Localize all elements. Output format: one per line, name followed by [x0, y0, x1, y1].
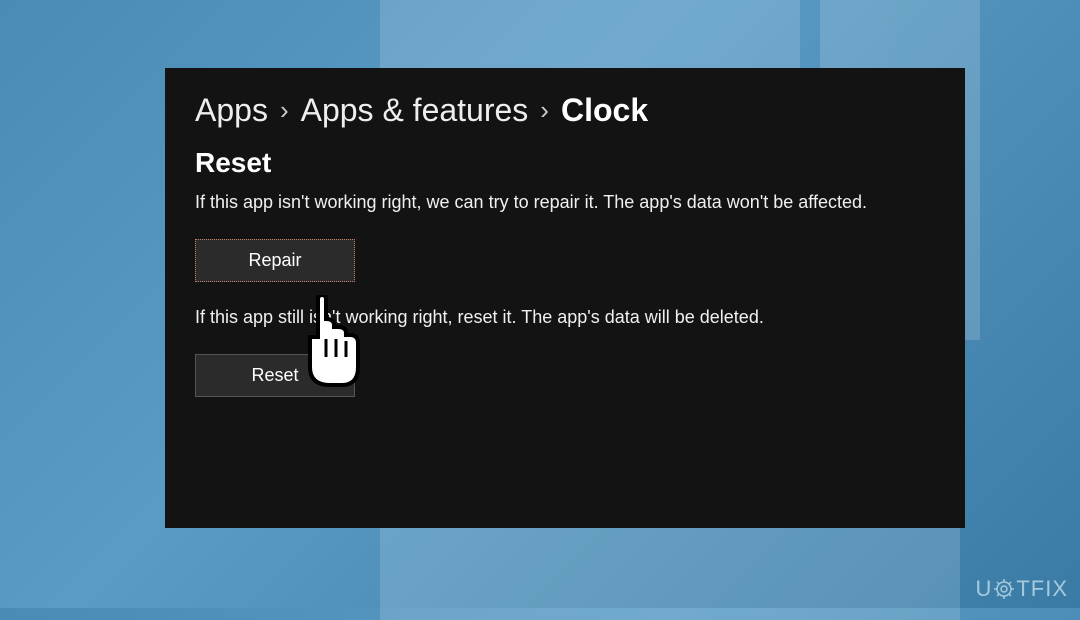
breadcrumb-apps-features[interactable]: Apps & features — [301, 92, 529, 129]
reset-description: If this app still isn't working right, r… — [195, 304, 915, 330]
breadcrumb-apps[interactable]: Apps — [195, 92, 268, 129]
watermark-prefix: U — [975, 576, 992, 602]
breadcrumb: Apps › Apps & features › Clock — [195, 92, 935, 129]
repair-description: If this app isn't working right, we can … — [195, 189, 915, 215]
reset-button[interactable]: Reset — [195, 354, 355, 397]
chevron-right-icon: › — [280, 95, 289, 126]
gear-icon — [994, 579, 1014, 599]
section-title: Reset — [195, 147, 935, 179]
watermark: U TFIX — [975, 576, 1068, 602]
chevron-right-icon: › — [540, 95, 549, 126]
breadcrumb-clock: Clock — [561, 92, 648, 129]
settings-panel: Apps › Apps & features › Clock Reset If … — [165, 68, 965, 528]
repair-button[interactable]: Repair — [195, 239, 355, 282]
watermark-suffix: TFIX — [1016, 576, 1068, 602]
